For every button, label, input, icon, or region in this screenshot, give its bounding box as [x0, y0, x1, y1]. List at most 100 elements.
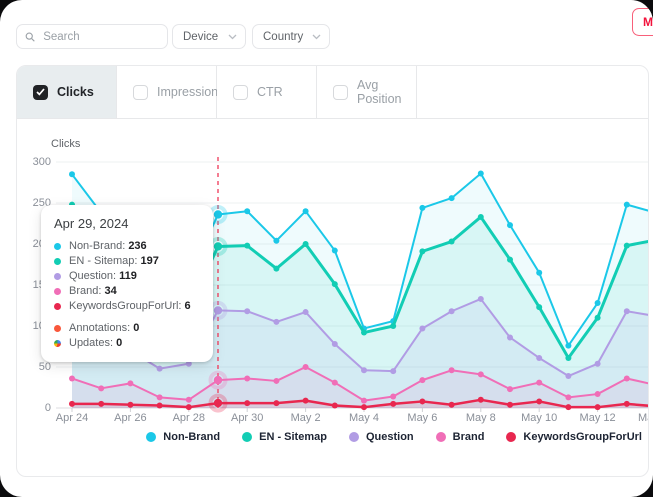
- data-point: [595, 404, 601, 410]
- checkbox-checked-icon[interactable]: [33, 85, 48, 100]
- checkbox-unchecked-icon[interactable]: [233, 85, 248, 100]
- data-point: [419, 248, 425, 254]
- data-point: [536, 304, 542, 310]
- series-dot-icon: [54, 273, 61, 280]
- data-point: [332, 380, 338, 386]
- data-point: [244, 243, 250, 249]
- legend-item-non-brand[interactable]: Non-Brand: [146, 431, 220, 443]
- checkbox-unchecked-icon[interactable]: [333, 85, 348, 100]
- chevron-down-icon: [312, 34, 321, 40]
- legend-item-brand[interactable]: Brand: [436, 431, 485, 443]
- tab-impressions[interactable]: Impressions: [117, 66, 217, 118]
- data-point: [419, 398, 425, 404]
- data-point: [565, 394, 571, 400]
- data-point: [186, 404, 192, 410]
- tab-ctr[interactable]: CTR: [217, 66, 317, 118]
- y-axis-title: Clicks: [51, 138, 80, 150]
- data-point: [273, 238, 279, 244]
- legend-dot-icon: [506, 432, 516, 442]
- tooltip-row: Brand: 34: [54, 285, 200, 297]
- tooltip-row: Question: 119: [54, 270, 200, 282]
- y-tick-label: 50: [19, 361, 51, 373]
- series-dot-icon: [54, 258, 61, 265]
- x-tick-label: May 12: [580, 412, 616, 424]
- data-point: [273, 400, 279, 406]
- data-point: [214, 399, 222, 407]
- data-point: [507, 257, 513, 263]
- data-point: [507, 334, 513, 340]
- data-point: [449, 402, 455, 408]
- tooltip-row: Non-Brand: 236: [54, 240, 200, 252]
- country-select[interactable]: Country: [252, 24, 330, 49]
- legend-item-question[interactable]: Question: [349, 431, 414, 443]
- data-point: [157, 366, 163, 372]
- legend-item-keywordsgroupforurl[interactable]: KeywordsGroupForUrl: [506, 431, 642, 443]
- data-point: [536, 398, 542, 404]
- data-point: [98, 401, 104, 407]
- data-point: [507, 402, 513, 408]
- country-select-label: Country: [263, 31, 303, 43]
- data-point: [507, 386, 513, 392]
- data-point: [361, 330, 367, 336]
- tooltip-row-text: Non-Brand: 236: [69, 240, 147, 252]
- tab-clicks[interactable]: Clicks: [17, 66, 117, 118]
- more-button[interactable]: M: [632, 8, 653, 36]
- x-tick-label: May 14: [638, 412, 649, 424]
- tab-label: Impressions: [157, 85, 224, 99]
- data-point: [449, 367, 455, 373]
- tooltip-row: EN - Sitemap: 197: [54, 255, 200, 267]
- series-dot-icon: [54, 303, 61, 310]
- legend-label: EN - Sitemap: [259, 431, 327, 443]
- tab-label: Avg Position: [357, 78, 416, 106]
- device-select-label: Device: [183, 31, 218, 43]
- data-point: [565, 373, 571, 379]
- checkbox-unchecked-icon[interactable]: [133, 85, 148, 100]
- data-point: [478, 296, 484, 302]
- data-point: [303, 309, 309, 315]
- data-point: [565, 355, 571, 361]
- data-point: [361, 367, 367, 373]
- data-point: [390, 401, 396, 407]
- data-point: [157, 403, 163, 409]
- tab-avg-position[interactable]: Avg Position: [317, 66, 417, 118]
- tooltip-row-text: Brand: 34: [69, 285, 117, 297]
- x-tick-label: May 6: [407, 412, 437, 424]
- tooltip-row: Updates: 0: [54, 337, 200, 349]
- tooltip-row-text: KeywordsGroupForUrl: 6: [69, 300, 191, 312]
- data-point: [478, 397, 484, 403]
- legend-dot-icon: [146, 432, 156, 442]
- x-tick-label: Apr 30: [231, 412, 263, 424]
- tooltip-row-text: Updates: 0: [69, 337, 122, 349]
- data-point: [303, 241, 309, 247]
- data-point: [69, 171, 75, 177]
- data-point: [595, 315, 601, 321]
- data-point: [565, 343, 571, 349]
- legend-dot-icon: [242, 432, 252, 442]
- data-point: [624, 243, 630, 249]
- legend-item-en-sitemap[interactable]: EN - Sitemap: [242, 431, 327, 443]
- device-select[interactable]: Device: [172, 24, 246, 49]
- x-tick-label: Apr 26: [114, 412, 146, 424]
- data-point: [273, 266, 279, 272]
- data-point: [361, 398, 367, 404]
- data-point: [186, 397, 192, 403]
- data-point: [390, 323, 396, 329]
- data-point: [595, 361, 601, 367]
- x-tick-label: May 2: [291, 412, 321, 424]
- series-dot-icon: [54, 288, 61, 295]
- data-point: [244, 208, 250, 214]
- x-tick-label: May 10: [521, 412, 557, 424]
- data-point: [332, 341, 338, 347]
- chevron-down-icon: [228, 34, 237, 40]
- search-box[interactable]: [16, 24, 168, 49]
- data-point: [214, 210, 222, 218]
- data-point: [478, 170, 484, 176]
- tooltip-row-text: Annotations: 0: [69, 322, 139, 334]
- tooltip-row-text: Question: 119: [69, 270, 137, 282]
- data-point: [332, 248, 338, 254]
- search-input[interactable]: [41, 30, 159, 44]
- chart-tooltip: Apr 29, 2024 Non-Brand: 236EN - Sitemap:…: [41, 205, 213, 362]
- data-point: [127, 402, 133, 408]
- data-point: [565, 404, 571, 410]
- updates-icon: [54, 340, 61, 347]
